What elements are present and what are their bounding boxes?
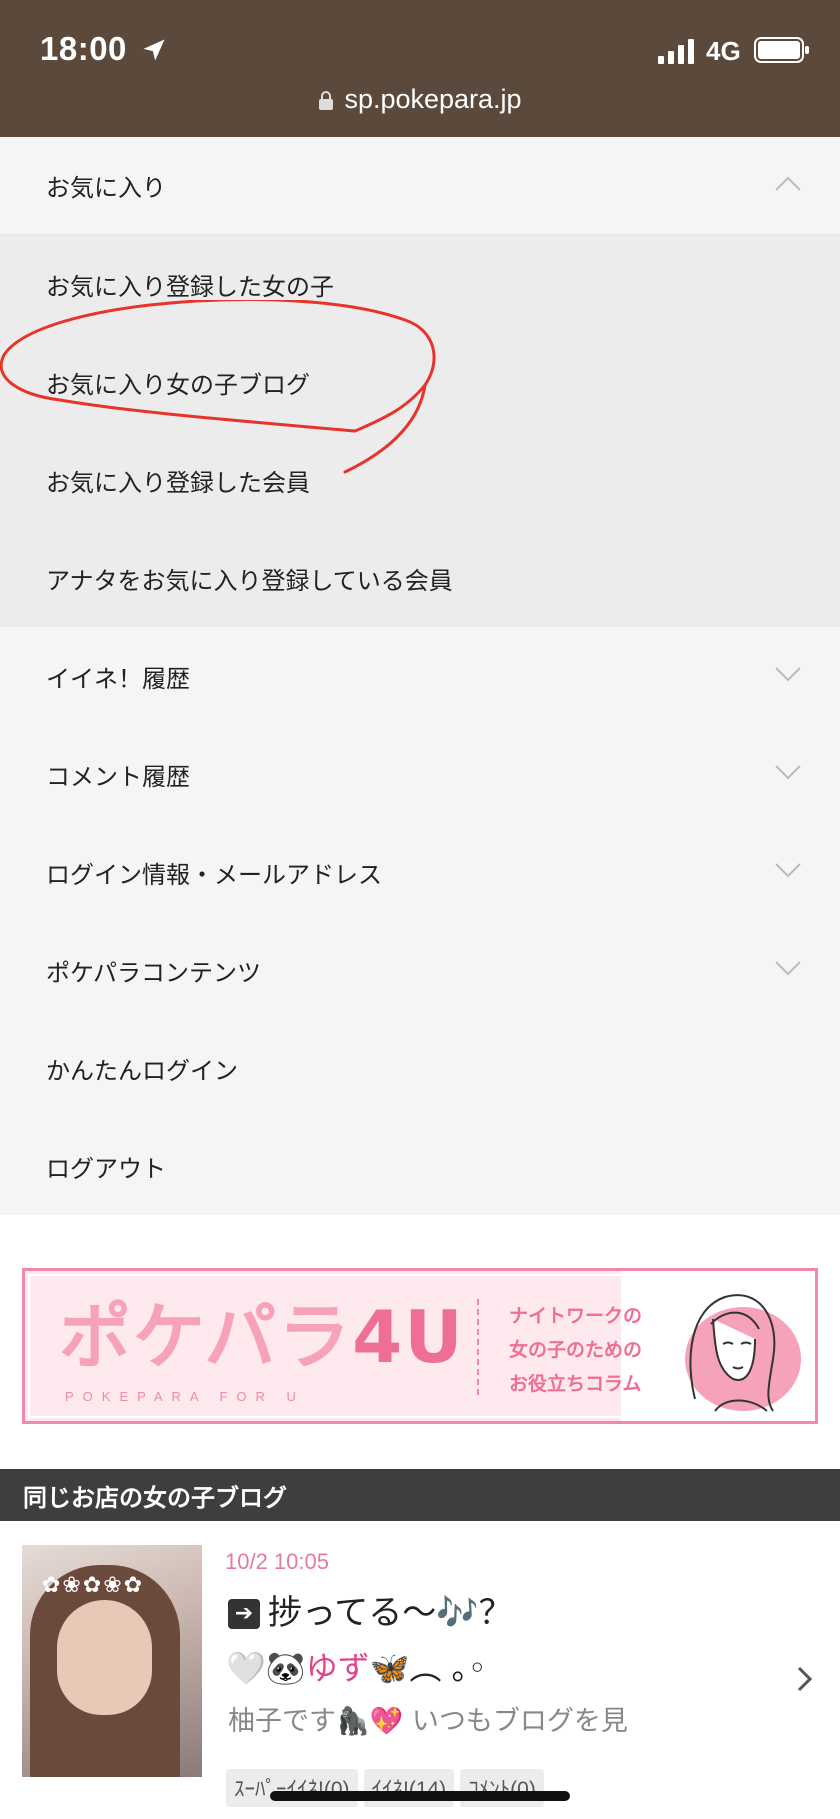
submenu-favorite-girls[interactable]: お気に入り登録した女の子 [0,235,840,333]
battery-icon [754,37,809,63]
chevron-down-icon [775,765,801,780]
url-text: sp.pokepara.jp [344,84,522,114]
network-type: 4G [706,36,741,66]
blog-date: 10/2 10:05 [225,1549,329,1574]
banner-logo-main: ポケパラ [59,1295,353,1379]
submenu-label: お気に入り登録した女の子 [46,272,334,301]
blog-card[interactable]: ✿❀✿❀✿ 10/2 10:05 ➔ 捗ってる〜🎶？ 🤍🐼ゆず🦋︵ ｡◦ 柚子です… [0,1521,840,1819]
chevron-down-icon [775,961,801,976]
banner-tagline-1: ナイトワークの [509,1305,643,1327]
chevron-up-icon [775,176,801,191]
menu-item-label: イイネ！履歴 [46,664,190,693]
banner-logo-suffix: 4U [352,1295,465,1379]
banner-tagline-3: お役立ちコラム [509,1373,642,1395]
status-time: 18:00 [40,30,127,67]
banner-divider [477,1299,479,1395]
menu-item-contents[interactable]: ポケパラコンテンツ [0,921,840,1019]
submenu-members-favorited-you[interactable]: アナタをお気に入り登録している会員 [0,529,840,627]
menu-item-label: かんたんログイン [46,1056,238,1085]
account-menu: お気に入り お気に入り登録した女の子 お気に入り女の子ブログ お気に入り登録した… [0,137,840,1215]
home-indicator[interactable] [270,1791,570,1801]
blog-excerpt: 柚子です🦍💖 いつもブログを見 [228,1706,628,1737]
banner-logo-sub: POKEPARA FOR U [65,1389,305,1404]
browser-top-bar: 18:00 4G sp.pokepara.jp [0,0,840,137]
blog-stats: ｽｰﾊﾟｰｲｲﾈ!(0) ｲｲﾈ!(14) ｺﾒﾝﾄ(0) [226,1769,544,1807]
comment-count: ｺﾒﾝﾄ(0) [460,1769,544,1807]
pokepara-4u-banner[interactable]: ポケパラ4U POKEPARA FOR U ナイトワークの 女の子のための お役… [22,1268,818,1424]
banner-tagline-2: 女の子のための [509,1339,643,1361]
menu-item-label: ログアウト [46,1154,166,1183]
flower-crown-icon: ✿❀✿❀✿ [42,1573,145,1598]
chevron-right-icon[interactable] [796,1665,814,1693]
menu-item-comment-history[interactable]: コメント履歴 [0,725,840,823]
lock-icon [319,91,334,110]
submenu-label: お気に入り登録した会員 [46,468,310,497]
blog-thumbnail[interactable]: ✿❀✿❀✿ [22,1545,202,1777]
thumb-face [57,1600,152,1715]
super-like-count: ｽｰﾊﾟｰｲｲﾈ!(0) [226,1769,358,1807]
banner-logo: ポケパラ4U [59,1301,465,1373]
author-emoji-prefix: 🤍🐼 [226,1649,306,1687]
author-name: ゆず [305,1649,370,1687]
blog-author-line: 🤍🐼ゆず🦋︵ ｡◦ [226,1643,487,1689]
like-count: ｲｲﾈ!(14) [363,1769,455,1807]
blog-title: ➔ 捗ってる〜🎶？ [228,1585,513,1634]
blog-title-text: 捗ってる〜🎶？ [268,1593,513,1633]
section-header-shop-blogs: 同じお店の女の子ブログ [0,1469,840,1521]
location-arrow-icon [143,39,165,61]
menu-header-favorites[interactable]: お気に入り [0,137,840,235]
submenu-label: お気に入り女の子ブログ [46,370,310,399]
menu-item-label: ログイン情報・メールアドレス [46,860,382,889]
menu-item-logout[interactable]: ログアウト [0,1117,840,1215]
menu-item-easy-login[interactable]: かんたんログイン [0,1019,840,1117]
menu-header-label: お気に入り [46,174,166,202]
menu-item-label: ポケパラコンテンツ [46,958,262,987]
arrow-right-icon: ➔ [228,1599,260,1629]
chevron-down-icon [775,667,801,682]
submenu-favorite-girls-blog[interactable]: お気に入り女の子ブログ [0,333,840,431]
author-emoji-suffix: 🦋︵ ｡◦ [369,1649,487,1687]
url-bar[interactable]: sp.pokepara.jp [0,84,840,115]
girl-illustration-icon [685,1294,801,1412]
submenu-favorite-members[interactable]: お気に入り登録した会員 [0,431,840,529]
menu-item-label: コメント履歴 [46,762,190,791]
menu-item-like-history[interactable]: イイネ！履歴 [0,627,840,725]
cellular-signal-icon [658,39,694,64]
chevron-down-icon [775,863,801,878]
menu-item-login-info[interactable]: ログイン情報・メールアドレス [0,823,840,921]
submenu-label: アナタをお気に入り登録している会員 [46,566,453,595]
